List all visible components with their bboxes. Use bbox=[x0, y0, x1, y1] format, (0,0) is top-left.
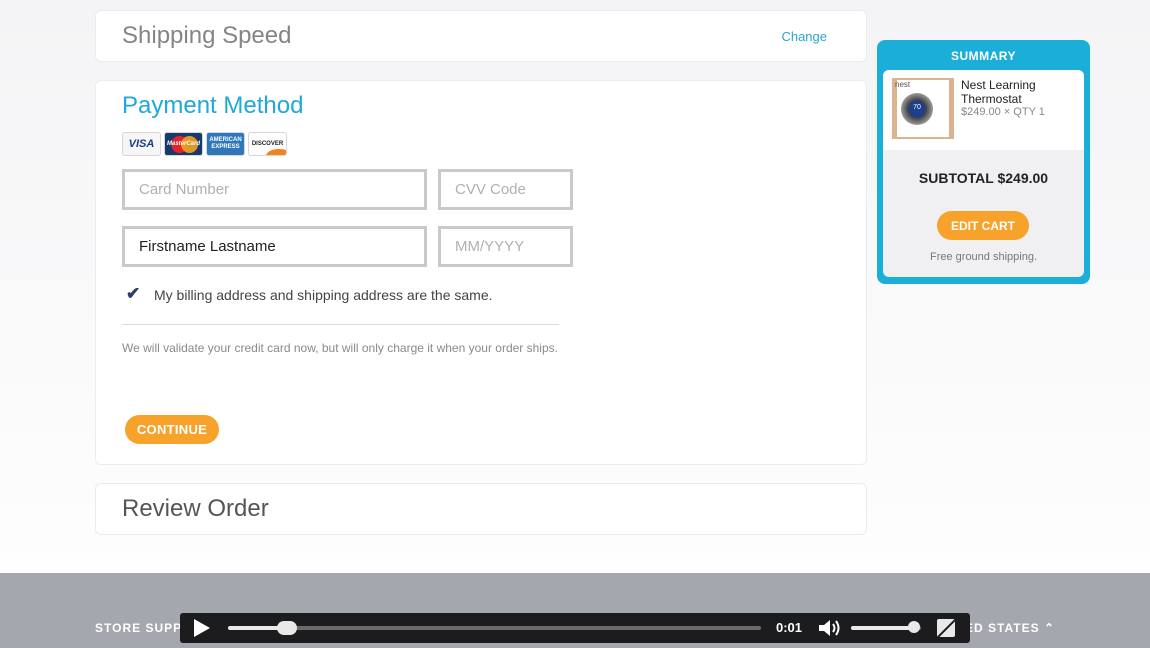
video-player: 0:01 bbox=[180, 613, 970, 643]
payment-method-title: Payment Method bbox=[122, 92, 304, 119]
accepted-cards: VISA MasterCard AMERICAN EXPRESS DISCOVE… bbox=[122, 132, 287, 156]
thermostat-icon: 70 bbox=[901, 93, 933, 125]
edit-cart-button[interactable]: EDIT CART bbox=[937, 211, 1029, 240]
volume-handle[interactable] bbox=[908, 621, 920, 633]
continue-button[interactable]: CONTINUE bbox=[125, 415, 219, 444]
shipping-speed-section: Shipping Speed Change bbox=[95, 10, 867, 62]
cardholder-name-input[interactable]: Firstname Lastname bbox=[122, 226, 427, 267]
shipping-speed-title: Shipping Speed bbox=[122, 22, 292, 49]
volume-fill bbox=[851, 626, 914, 630]
same-address-checkbox[interactable]: ✔ bbox=[126, 284, 142, 303]
visa-card-icon: VISA bbox=[122, 132, 161, 156]
cart-item: nest 70 Nest Learning Thermostat $249.00… bbox=[883, 70, 1084, 150]
change-shipping-link[interactable]: Change bbox=[781, 29, 827, 44]
volume-icon[interactable] bbox=[817, 618, 841, 638]
summary-header: SUMMARY bbox=[950, 49, 1017, 63]
cvv-input[interactable]: CVV Code bbox=[438, 169, 573, 210]
same-address-label: My billing address and shipping address … bbox=[154, 287, 493, 303]
card-number-input[interactable]: Card Number bbox=[122, 169, 427, 210]
product-name: Nest Learning Thermostat bbox=[961, 78, 1036, 106]
payment-method-section: Payment Method VISA MasterCard AMERICAN … bbox=[95, 80, 867, 465]
divider bbox=[122, 324, 559, 325]
product-thumbnail: nest 70 bbox=[892, 78, 954, 139]
play-icon[interactable] bbox=[194, 619, 210, 637]
validation-note: We will validate your credit card now, b… bbox=[122, 341, 558, 355]
time-display: 0:01 bbox=[776, 620, 803, 635]
order-summary: SUMMARY nest 70 Nest Learning Thermostat… bbox=[877, 40, 1090, 284]
expiry-input[interactable]: MM/YYYY bbox=[438, 226, 573, 267]
review-order-title: Review Order bbox=[122, 495, 269, 522]
checkmark-icon: ✔ bbox=[126, 284, 141, 303]
product-brand: nest bbox=[895, 80, 911, 89]
shipping-note: Free ground shipping. bbox=[929, 251, 1037, 263]
progress-handle[interactable] bbox=[276, 621, 297, 635]
amex-card-icon: AMERICAN EXPRESS bbox=[206, 132, 245, 156]
fullscreen-icon[interactable] bbox=[937, 619, 955, 637]
review-order-section: Review Order bbox=[95, 483, 867, 535]
subtotal: SUBTOTAL $249.00 bbox=[918, 170, 1049, 186]
mastercard-icon: MasterCard bbox=[164, 132, 203, 156]
volume-slider[interactable] bbox=[851, 621, 921, 633]
progress-bar[interactable] bbox=[228, 621, 761, 635]
product-price: $249.00 × QTY 1 bbox=[961, 106, 1045, 118]
summary-body: nest 70 Nest Learning Thermostat $249.00… bbox=[883, 70, 1084, 277]
same-address-row: ✔ My billing address and shipping addres… bbox=[126, 284, 493, 303]
discover-card-icon: DISCOVER bbox=[248, 132, 287, 156]
